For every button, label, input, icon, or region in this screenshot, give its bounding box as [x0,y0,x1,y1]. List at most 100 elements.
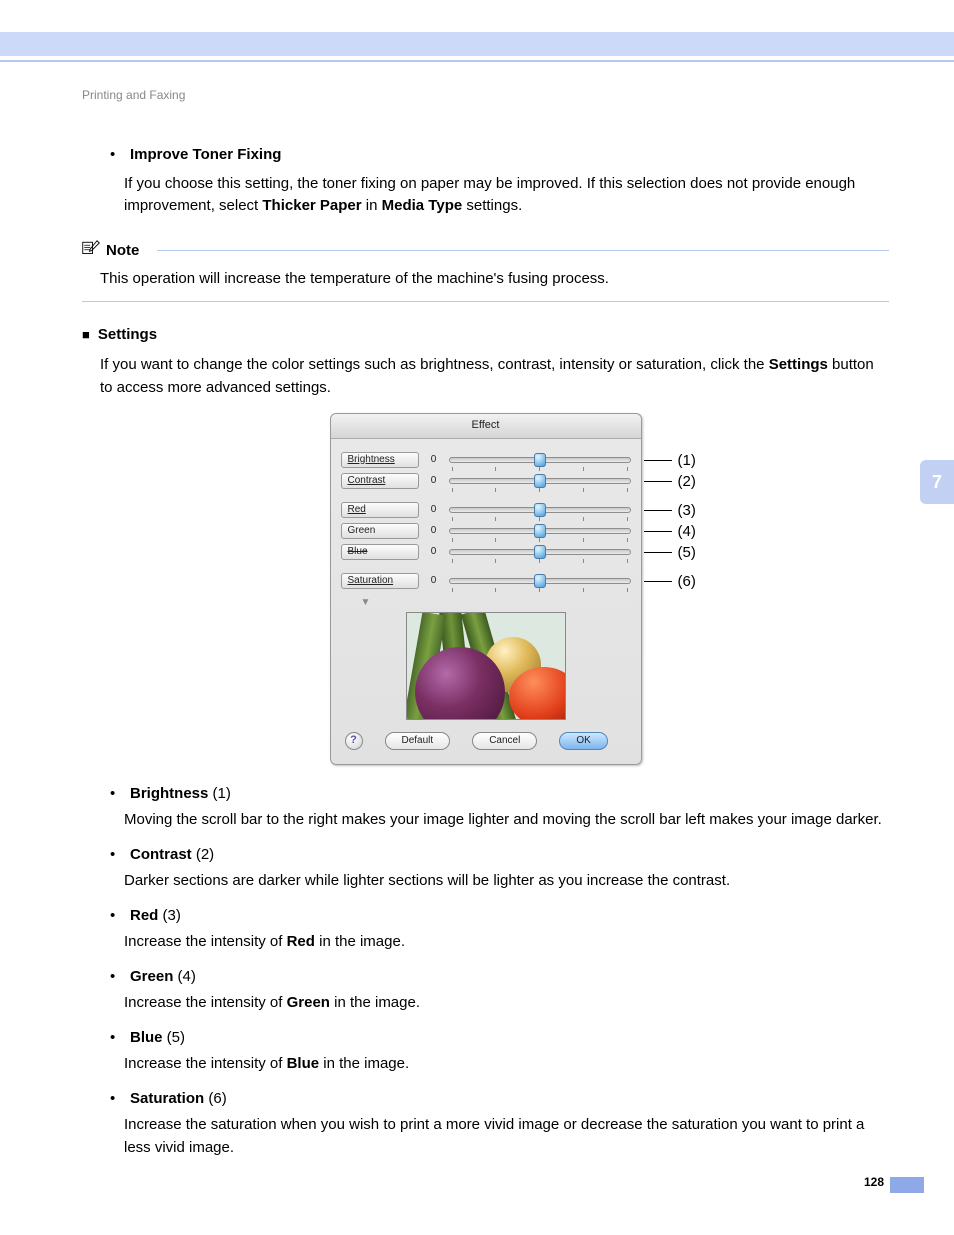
default-button[interactable]: Default [385,732,451,750]
bullet: • [110,1088,124,1111]
text: in the image. [315,933,405,950]
note-block: Note This operation will increase the te… [82,240,889,302]
item-brightness-body: Moving the scroll bar to the right makes… [124,809,889,832]
text: Moving the scroll bar to the right makes… [124,811,882,828]
text: in the image. [319,1055,409,1072]
slider-label[interactable]: Blue [341,544,419,560]
improve-toner-heading: Improve Toner Fixing [130,144,281,167]
slider-track[interactable] [449,528,631,534]
slider-row-red: Red0 [341,502,631,518]
text: Increase the saturation when you wish to… [124,1116,864,1156]
slider-thumb[interactable] [534,524,546,538]
slider-label[interactable]: Red [341,502,419,518]
note-label: Note [106,240,139,263]
bullet: • [110,1027,124,1050]
term: Green [287,994,330,1011]
callout-label: (5) [678,542,696,565]
slider-value: 0 [425,452,443,467]
callout-line [644,581,672,582]
slider-row-saturation: Saturation0 [341,573,631,589]
collapse-arrow-icon[interactable]: ▼ [361,595,631,610]
item-num: (3) [158,907,181,924]
bullet: • [110,844,124,867]
slider-track[interactable] [449,507,631,513]
item-brightness-heading: •Brightness (1) [110,783,889,806]
slider-thumb[interactable] [534,574,546,588]
cancel-button[interactable]: Cancel [472,732,537,750]
item-blue-heading: •Blue (5) [110,1027,889,1050]
text: Increase the intensity of [124,933,287,950]
text: settings. [462,197,522,214]
item-name: Brightness [130,785,208,802]
item-num: (2) [192,846,215,863]
note-body: This operation will increase the tempera… [100,268,889,291]
slider-thumb[interactable] [534,503,546,517]
bullet: • [110,144,124,167]
item-name: Contrast [130,846,192,863]
slider-thumb[interactable] [534,453,546,467]
item-num: (6) [204,1090,227,1107]
term: Red [287,933,315,950]
text: If you want to change the color settings… [100,356,769,373]
preview-image [406,612,566,720]
media-type-term: Media Type [382,197,463,214]
slider-row-brightness: Brightness 0 [341,452,631,468]
dialog-button-row: ? Default Cancel OK [341,730,631,754]
settings-term: Settings [769,356,828,373]
slider-label[interactable]: Green [341,523,419,539]
thicker-paper-term: Thicker Paper [262,197,361,214]
callout-line [644,481,672,482]
text: Increase the intensity of [124,1055,287,1072]
slider-thumb[interactable] [534,474,546,488]
chapter-tab: 7 [920,460,954,504]
item-name: Green [130,968,173,985]
settings-intro: If you want to change the color settings… [100,354,889,399]
item-saturation-body: Increase the saturation when you wish to… [124,1114,889,1159]
callout-label: (4) [678,521,696,544]
bullet: • [110,905,124,928]
callout-label: (1) [678,450,696,473]
text: in the image. [330,994,420,1011]
callout-line [644,460,672,461]
callout-line [644,552,672,553]
item-green-heading: •Green (4) [110,966,889,989]
callout-label: (2) [678,471,696,494]
slider-track[interactable] [449,578,631,584]
slider-track[interactable] [449,549,631,555]
text: Increase the intensity of [124,994,287,1011]
item-green-body: Increase the intensity of Green in the i… [124,992,889,1015]
slider-value: 0 [425,473,443,488]
callout-1: (1) [644,450,696,473]
slider-track[interactable] [449,478,631,484]
ok-button[interactable]: OK [559,732,607,750]
page-number: 128 [864,1173,884,1191]
settings-heading: Settings [98,324,157,347]
slider-label[interactable]: Contrast [341,473,419,489]
page-number-bar [890,1177,924,1193]
text: Darker sections are darker while lighter… [124,872,730,889]
term: Blue [287,1055,320,1072]
item-num: (5) [163,1029,186,1046]
slider-thumb[interactable] [534,545,546,559]
item-saturation-heading: •Saturation (6) [110,1088,889,1111]
note-icon [82,240,100,263]
callout-5: (5) [644,542,696,565]
breadcrumb: Printing and Faxing [82,86,889,104]
slider-row-blue: Blue0 [341,544,631,560]
slider-label[interactable]: Saturation [341,573,419,589]
dialog-title: Effect [331,414,641,439]
bullet: • [110,966,124,989]
item-red-body: Increase the intensity of Red in the ima… [124,931,889,954]
item-blue-body: Increase the intensity of Blue in the im… [124,1053,889,1076]
slider-value: 0 [425,523,443,538]
callout-line [644,510,672,511]
slider-label[interactable]: Brightness [341,452,419,468]
improve-toner-body: If you choose this setting, the toner fi… [124,173,889,218]
slider-track[interactable] [449,457,631,463]
callout-4: (4) [644,521,696,544]
effect-dialog-figure: Effect Brightness 0 Contrast 0 Red0 Green 0 Blu… [82,413,889,765]
help-button[interactable]: ? [345,732,363,750]
item-red-heading: •Red (3) [110,905,889,928]
slider-row-contrast: Contrast 0 [341,473,631,489]
note-rule [157,250,889,251]
